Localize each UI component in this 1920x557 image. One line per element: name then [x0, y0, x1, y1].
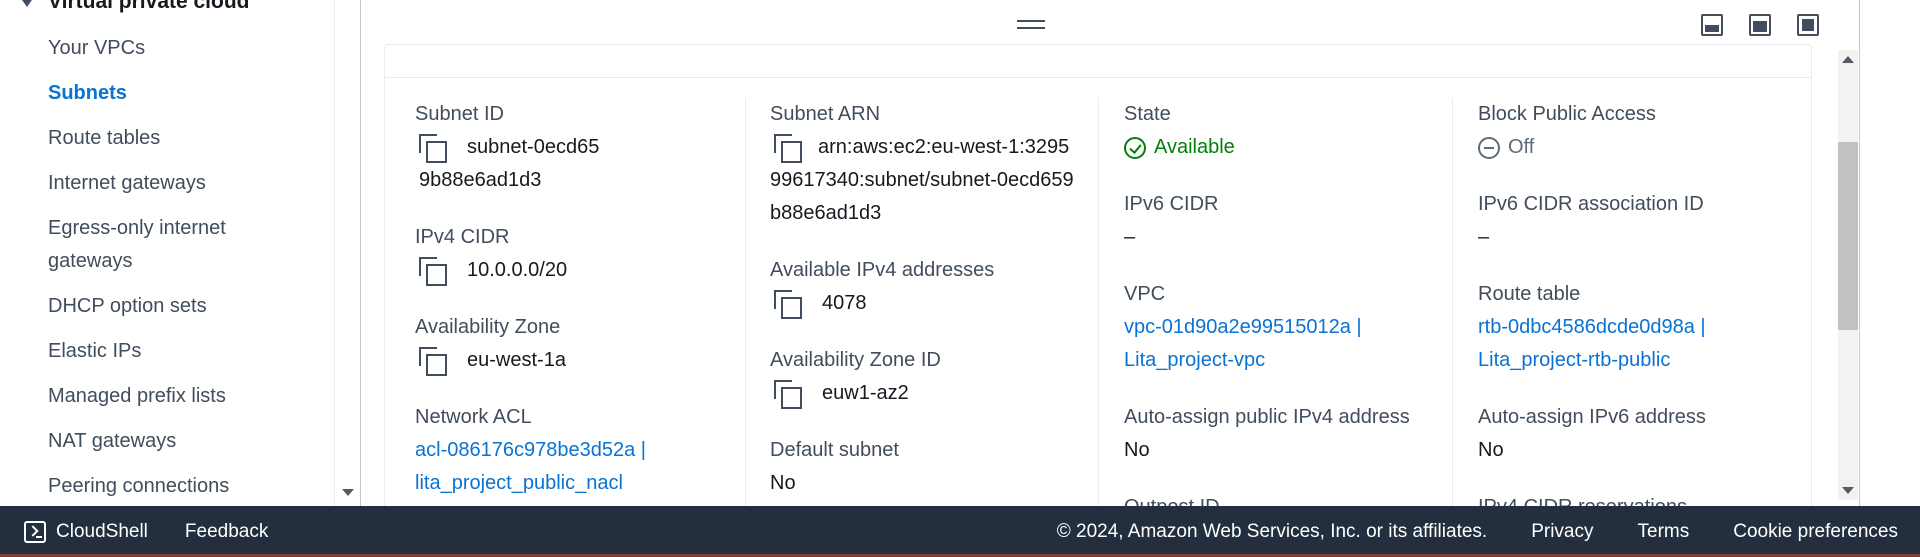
copyright-text: © 2024, Amazon Web Services, Inc. or its…	[1056, 520, 1488, 542]
vpc-link[interactable]: vpc-01d90a2e99515012a | Lita_project-vpc	[1124, 311, 1404, 377]
privacy-link[interactable]: Privacy	[1531, 521, 1593, 543]
route-table-label: Route table	[1478, 283, 1581, 305]
sidebar-item-route-tables[interactable]: Route tables	[48, 122, 308, 155]
ipv6-cidr-association-field: IPv6 CIDR association ID –	[1478, 188, 1808, 254]
vpc-label: VPC	[1124, 283, 1166, 305]
terms-link[interactable]: Terms	[1638, 521, 1690, 543]
scroll-down-icon[interactable]	[1842, 487, 1854, 494]
availability-zone-label: Availability Zone	[415, 316, 561, 338]
sidebar-item-managed-prefix-lists[interactable]: Managed prefix lists	[48, 380, 308, 413]
scrollbar-thumb[interactable]	[1838, 142, 1858, 330]
auto-assign-ipv6-label: Auto-assign IPv6 address	[1478, 406, 1706, 428]
ipv4-cidr-value: 10.0.0.0/20	[415, 254, 745, 287]
route-table-link[interactable]: rtb-0dbc4586dcde0d98a | Lita_project-rtb…	[1478, 311, 1758, 377]
column-divider	[745, 98, 746, 513]
footer-right-links: © 2024, Amazon Web Services, Inc. or its…	[1057, 521, 1898, 543]
subnet-id-label: Subnet ID	[415, 103, 504, 125]
availability-zone-field: Availability Zone eu-west-1a	[415, 311, 745, 377]
console-footer: CloudShell Feedback © 2024, Amazon Web S…	[0, 506, 1920, 557]
sidebar-item-peering-connections[interactable]: Peering connections	[48, 470, 308, 503]
drag-handle-icon[interactable]	[1017, 20, 1045, 34]
sidebar-item-internet-gateways[interactable]: Internet gateways	[48, 167, 308, 200]
ipv6-cidr-association-value: –	[1478, 226, 1490, 248]
cookie-preferences-link[interactable]: Cookie preferences	[1733, 521, 1898, 543]
layout-full-icon[interactable]	[1797, 14, 1819, 36]
state-value: Available	[1124, 131, 1454, 164]
available-ipv4-field: Available IPv4 addresses 4078	[770, 254, 1100, 320]
route-table-field: Route table rtb-0dbc4586dcde0d98a | Lita…	[1478, 278, 1808, 377]
state-label: State	[1124, 103, 1171, 125]
availability-zone-id-value: euw1-az2	[770, 377, 1100, 410]
ipv4-cidr-field: IPv4 CIDR 10.0.0.0/20	[415, 221, 745, 287]
ipv6-cidr-association-label: IPv6 CIDR association ID	[1478, 193, 1704, 215]
column-divider	[1452, 98, 1453, 513]
layout-bottom-icon[interactable]	[1701, 14, 1723, 36]
network-acl-label: Network ACL	[415, 406, 532, 428]
sidebar-item-nat-gateways[interactable]: NAT gateways	[48, 425, 308, 458]
subnet-arn-field: Subnet ARN arn:aws:ec2:eu-west-1:3295996…	[770, 98, 1100, 230]
check-circle-icon	[1124, 136, 1146, 159]
sidebar-item-your-vpcs[interactable]: Your VPCs	[48, 32, 308, 65]
layout-side-icon[interactable]	[1749, 14, 1771, 36]
copy-icon[interactable]	[774, 290, 802, 319]
subnet-id-value: subnet-0ecd659b88e6ad1d3	[419, 134, 600, 191]
cloudshell-label: CloudShell	[56, 520, 148, 542]
copy-icon[interactable]	[774, 380, 802, 409]
auto-assign-ipv6-field: Auto-assign IPv6 address No	[1478, 401, 1808, 467]
network-acl-link[interactable]: acl-086176c978be3d52a | lita_project_pub…	[415, 434, 685, 500]
block-public-access-value: Off	[1478, 131, 1808, 164]
available-ipv4-value: 4078	[770, 287, 1100, 320]
caret-down-icon	[20, 0, 34, 7]
panel-layout-controls	[1701, 14, 1819, 36]
copy-icon[interactable]	[774, 134, 802, 163]
availability-zone-id-field: Availability Zone ID euw1-az2	[770, 344, 1100, 410]
subnet-arn-value: arn:aws:ec2:eu-west-1:329599617340:subne…	[770, 134, 1074, 224]
sidebar-scroll-down-icon[interactable]	[342, 489, 354, 496]
sidebar-item-dhcp-option-sets[interactable]: DHCP option sets	[48, 290, 308, 323]
sidebar-nav: Virtual private cloud Your VPCs Subnets …	[0, 0, 335, 506]
copy-icon[interactable]	[419, 347, 447, 376]
subnet-id-field: Subnet ID subnet-0ecd659b88e6ad1d3	[415, 98, 745, 197]
available-ipv4-label: Available IPv4 addresses	[770, 259, 995, 281]
default-subnet-value: No	[770, 472, 796, 494]
vpc-field: VPC vpc-01d90a2e99515012a | Lita_project…	[1124, 278, 1454, 377]
default-subnet-field: Default subnet No	[770, 434, 1100, 500]
sidebar-item-elastic-ips[interactable]: Elastic IPs	[48, 335, 308, 368]
block-public-access-label: Block Public Access	[1478, 103, 1656, 125]
minus-circle-icon	[1478, 136, 1500, 159]
subnet-arn-label: Subnet ARN	[770, 103, 881, 125]
auto-assign-ipv4-field: Auto-assign public IPv4 address No	[1124, 401, 1454, 467]
ipv6-cidr-field: IPv6 CIDR –	[1124, 188, 1454, 254]
subnet-details-card: Subnet ID subnet-0ecd659b88e6ad1d3 IPv4 …	[384, 44, 1812, 514]
default-subnet-label: Default subnet	[770, 439, 899, 461]
block-public-access-field: Block Public Access Off	[1478, 98, 1808, 164]
ipv4-cidr-label: IPv4 CIDR	[415, 226, 510, 248]
card-header-divider	[385, 77, 1811, 78]
sidebar-item-egress-only-gateways[interactable]: Egress-only internet gateways	[48, 212, 278, 278]
ipv6-cidr-value: –	[1124, 226, 1136, 248]
sidebar-item-subnets[interactable]: Subnets	[48, 77, 308, 110]
panel-scrollbar[interactable]	[1838, 50, 1858, 500]
copy-icon[interactable]	[419, 257, 447, 286]
auto-assign-ipv6-value: No	[1478, 439, 1504, 461]
feedback-link[interactable]: Feedback	[185, 521, 268, 543]
details-split-panel: Subnet ID subnet-0ecd659b88e6ad1d3 IPv4 …	[360, 0, 1860, 514]
terminal-icon	[24, 520, 46, 543]
ipv6-cidr-label: IPv6 CIDR	[1124, 193, 1219, 215]
auto-assign-ipv4-label: Auto-assign public IPv4 address	[1124, 406, 1410, 428]
availability-zone-id-label: Availability Zone ID	[770, 349, 941, 371]
sidebar-section-vpc[interactable]: Virtual private cloud	[20, 0, 250, 14]
auto-assign-ipv4-value: No	[1124, 439, 1150, 461]
availability-zone-value: eu-west-1a	[415, 344, 745, 377]
cloudshell-button[interactable]: CloudShell	[24, 520, 148, 543]
column-divider	[1098, 98, 1099, 513]
scroll-up-icon[interactable]	[1842, 56, 1854, 63]
network-acl-field: Network ACL acl-086176c978be3d52a | lita…	[415, 401, 745, 500]
copy-icon[interactable]	[419, 134, 447, 163]
state-field: State Available	[1124, 98, 1454, 164]
sidebar-section-title: Virtual private cloud	[48, 0, 250, 13]
